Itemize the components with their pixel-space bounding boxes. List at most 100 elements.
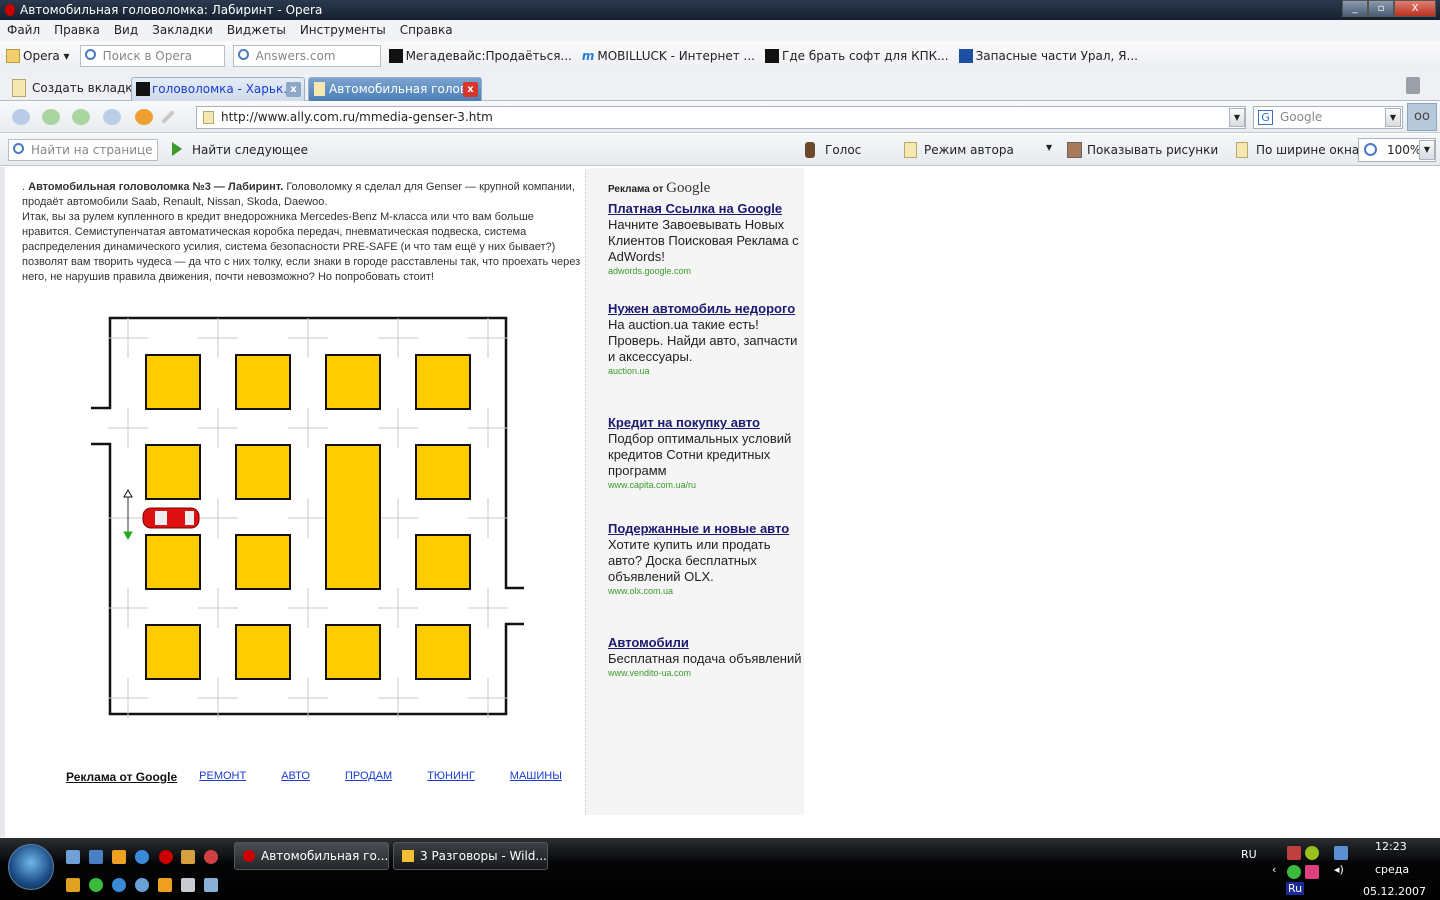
ad-link-sell[interactable]: ПРОДАМ (345, 770, 392, 784)
new-tab-label: Создать вкладку (32, 81, 140, 95)
car-window (155, 511, 167, 525)
close-tab-icon[interactable]: x (463, 82, 478, 97)
ad-title-link[interactable]: Платная Ссылка на Google (608, 201, 804, 217)
quicklaunch-icon[interactable] (66, 878, 80, 892)
edit-icon[interactable] (160, 109, 176, 125)
voice-button[interactable]: Голос (805, 142, 861, 158)
ad-title-link[interactable]: Нужен автомобиль недорого (608, 301, 804, 317)
new-tab-button[interactable]: Создать вкладку (8, 77, 140, 101)
site-favicon-icon (136, 82, 150, 96)
volume-icon[interactable]: ◂) (1334, 863, 1344, 876)
maximize-button[interactable]: ▫ (1368, 0, 1394, 17)
image-icon (1067, 142, 1082, 158)
forward-icon[interactable] (72, 109, 90, 125)
ad-url[interactable]: auction.ua (608, 365, 804, 377)
rewind-icon[interactable] (12, 109, 30, 125)
quicklaunch-icon[interactable] (181, 850, 195, 864)
icq-icon[interactable] (89, 878, 103, 892)
glasses-icon[interactable]: oo (1407, 103, 1437, 131)
opera-menu-button[interactable]: Opera ▾ (6, 49, 70, 63)
show-desktop-icon[interactable] (66, 850, 80, 864)
ad-link-tuning[interactable]: ТЮНИНГ (427, 770, 475, 784)
city-block (415, 354, 471, 410)
calculator-icon[interactable] (181, 878, 195, 892)
ad-title-link[interactable]: Подержанные и новые авто (608, 521, 804, 537)
quicklaunch-icon[interactable] (112, 878, 126, 892)
tray-icon[interactable] (1287, 846, 1301, 860)
ad-link-auto[interactable]: АВТО (281, 770, 310, 784)
bookmark-item[interactable]: m MOBILLUCK - Интернет ... (582, 49, 755, 63)
ad-link-cars[interactable]: МАШИНЫ (510, 770, 562, 784)
switch-windows-icon[interactable] (89, 850, 103, 864)
show-images-button[interactable]: Показывать рисунки (1067, 142, 1218, 158)
find-next-button[interactable]: Найти следующее (172, 142, 308, 158)
address-bar[interactable]: http://www.ally.com.ru/mmedia-genser-3.h… (196, 106, 1246, 129)
menu-edit[interactable]: Правка (54, 20, 100, 41)
menu-tools[interactable]: Инструменты (300, 20, 386, 41)
menu-help[interactable]: Справка (400, 20, 453, 41)
new-page-icon (12, 79, 26, 97)
back-icon[interactable] (42, 109, 60, 125)
trash-icon[interactable] (1406, 77, 1420, 94)
opera-search-input[interactable]: Поиск в Opera (79, 45, 225, 67)
taskbar-item-conversations[interactable]: 3 Разговоры - Wild... (393, 842, 548, 870)
google-search-input[interactable]: G Google (1253, 106, 1403, 129)
keyboard-layout-indicator[interactable]: Ru (1286, 882, 1305, 895)
quicklaunch-icon[interactable] (204, 878, 218, 892)
author-mode-dropdown[interactable]: ▼ (1046, 143, 1052, 152)
start-button[interactable] (8, 844, 54, 890)
find-on-page-input[interactable]: Найти на странице (8, 139, 158, 161)
clock-icon[interactable] (158, 878, 172, 892)
zoom-dropdown[interactable]: ▼ (1419, 140, 1435, 160)
address-dropdown[interactable]: ▼ (1229, 108, 1245, 127)
ad-title-link[interactable]: Автомобили (608, 635, 804, 651)
ad-url[interactable]: www.olx.com.ua (608, 585, 804, 597)
quicklaunch-icon[interactable] (135, 878, 149, 892)
zoom-select[interactable]: 100% ▼ (1358, 138, 1436, 162)
icq-tray-icon[interactable] (1287, 865, 1301, 879)
quicklaunch-icon[interactable] (204, 850, 218, 864)
close-button[interactable]: X (1394, 0, 1436, 17)
network-icon[interactable] (1334, 846, 1348, 860)
menu-bookmarks[interactable]: Закладки (152, 20, 213, 41)
bookmarks-bar: Opera ▾ Поиск в Opera Answers.com Мегаде… (0, 41, 1440, 71)
clock-time[interactable]: 12:23 (1375, 840, 1407, 853)
bookmark-item[interactable]: Запасные части Урал, Я... (958, 49, 1138, 63)
tray-icon[interactable] (1305, 846, 1319, 860)
menu-widgets[interactable]: Виджеты (227, 20, 286, 41)
maze-puzzle[interactable] (85, 310, 535, 730)
menu-file[interactable]: Файл (7, 20, 40, 41)
tab-active-car-puzzle[interactable]: Автомобильная голов... x (308, 77, 482, 101)
google-logo: Google (666, 180, 711, 196)
microphone-icon (805, 142, 815, 158)
bookmark-item[interactable]: Мегадевайс:Продаёться... (388, 49, 572, 63)
ad-link-repair[interactable]: РЕМОНТ (199, 770, 246, 784)
city-block (235, 444, 291, 500)
ads-by-google-link[interactable]: Реклама от Google (66, 770, 177, 784)
fast-forward-icon[interactable] (103, 109, 121, 125)
ad-url[interactable]: adwords.google.com (608, 265, 804, 277)
ad-title-link[interactable]: Кредит на покупку авто (608, 415, 804, 431)
minimize-button[interactable]: _ (1342, 0, 1368, 17)
bookmark-item[interactable]: Где брать софт для КПК... (765, 49, 949, 63)
menu-view[interactable]: Вид (114, 20, 138, 41)
media-player-icon[interactable] (112, 850, 126, 864)
google-icon: G (1258, 110, 1273, 125)
ad-url[interactable]: www.capita.com.ua/ru (608, 479, 804, 491)
ad-url[interactable]: www.vendito-ua.com (608, 667, 804, 679)
tray-icon[interactable] (1305, 865, 1319, 879)
tab-puzzle-kharkov[interactable]: головоломка - Харьк... x (131, 77, 305, 101)
show-hidden-icons-icon[interactable]: ‹ (1272, 863, 1276, 876)
tab-label: головоломка - Харьк... (152, 82, 295, 96)
opera-logo-icon (5, 4, 15, 16)
fit-width-button[interactable]: По ширине окна (1236, 142, 1359, 158)
taskbar-item-opera[interactable]: Автомобильная го... (234, 842, 389, 870)
answers-search-input[interactable]: Answers.com (232, 45, 381, 67)
author-mode-button[interactable]: Режим автора (904, 142, 1014, 158)
search-engine-dropdown[interactable]: ▼ (1385, 108, 1401, 127)
internet-explorer-icon[interactable] (135, 850, 149, 864)
close-tab-icon[interactable]: x (286, 82, 301, 97)
opera-icon[interactable] (159, 850, 173, 864)
reload-icon[interactable] (135, 109, 153, 125)
language-indicator[interactable]: RU (1241, 848, 1257, 861)
